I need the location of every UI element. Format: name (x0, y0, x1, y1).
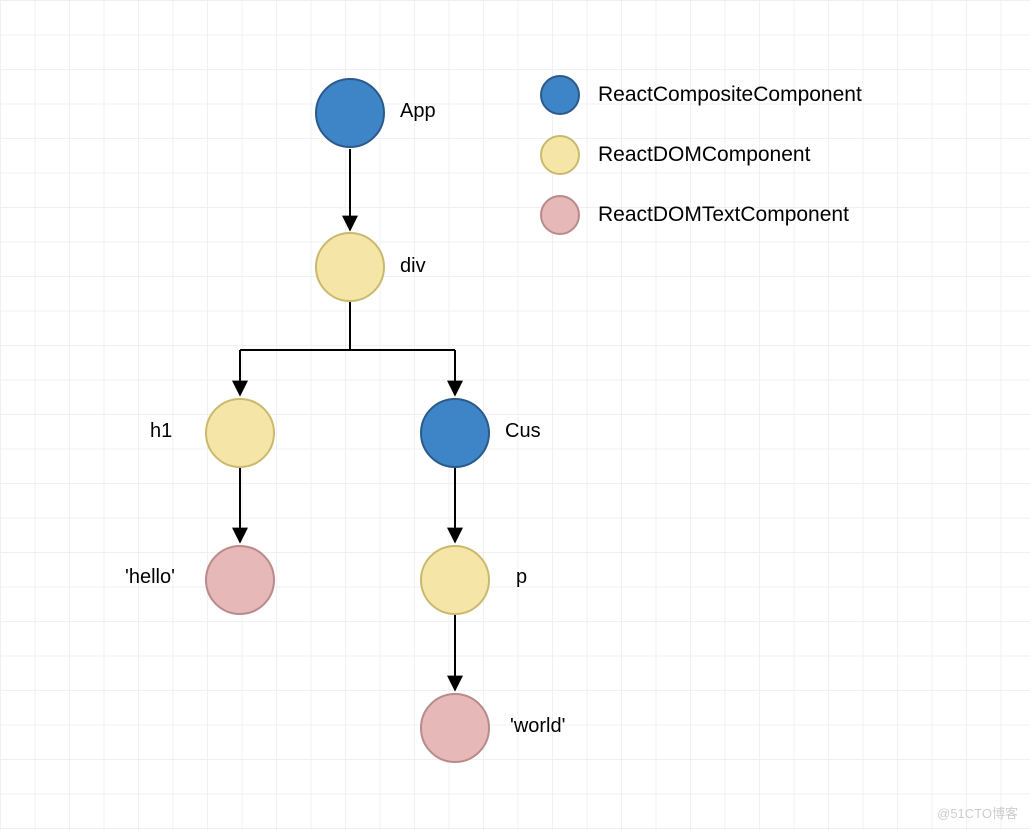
node-div (315, 232, 385, 302)
node-div-label: div (400, 255, 426, 278)
legend: ReactCompositeComponent ReactDOMComponen… (540, 75, 862, 255)
node-h1-label: h1 (150, 420, 172, 443)
watermark: @51CTO博客 (937, 803, 1018, 822)
legend-label-composite: ReactCompositeComponent (598, 83, 862, 107)
node-hello (205, 545, 275, 615)
node-cus-label: Cus (505, 420, 541, 443)
legend-item-dom: ReactDOMComponent (540, 135, 862, 175)
legend-circle-icon (540, 75, 580, 115)
node-app-label: App (400, 100, 436, 123)
legend-circle-icon (540, 195, 580, 235)
node-world (420, 693, 490, 763)
legend-item-composite: ReactCompositeComponent (540, 75, 862, 115)
node-app (315, 78, 385, 148)
node-world-label: 'world' (510, 715, 565, 738)
background-grid (0, 0, 1030, 830)
node-p (420, 545, 490, 615)
legend-circle-icon (540, 135, 580, 175)
legend-item-text: ReactDOMTextComponent (540, 195, 862, 235)
node-hello-label: 'hello' (125, 566, 175, 589)
node-h1 (205, 398, 275, 468)
node-p-label: p (516, 566, 527, 589)
legend-label-text: ReactDOMTextComponent (598, 203, 849, 227)
legend-label-dom: ReactDOMComponent (598, 143, 810, 167)
node-cus (420, 398, 490, 468)
